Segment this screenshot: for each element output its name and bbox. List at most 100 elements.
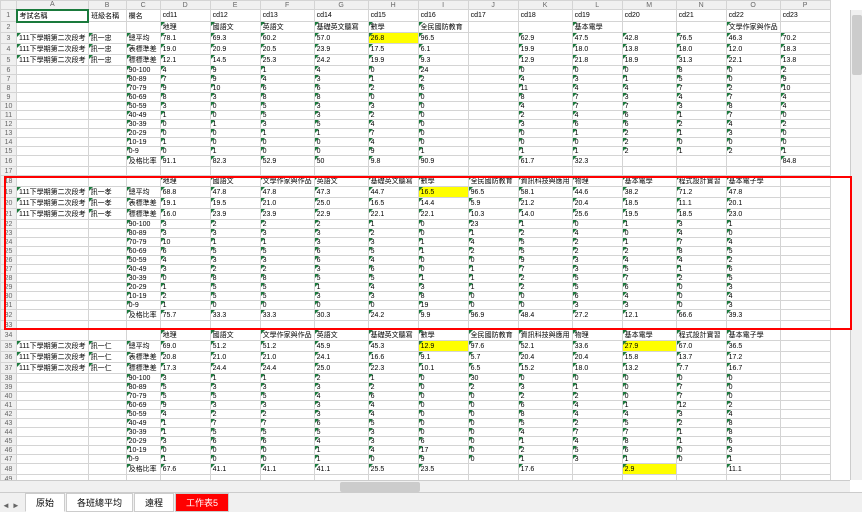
cell[interactable]: 1 <box>210 374 260 383</box>
cell[interactable]: 25.5 <box>368 464 418 475</box>
cell[interactable]: 0 <box>468 301 518 310</box>
cell[interactable] <box>17 229 89 238</box>
cell[interactable]: 11.1 <box>726 464 780 475</box>
cell[interactable] <box>210 321 260 330</box>
cell[interactable]: 7 <box>726 93 780 102</box>
cell[interactable]: 9 <box>160 401 210 410</box>
cell[interactable] <box>468 44 518 55</box>
cell[interactable]: 62.9 <box>518 33 572 44</box>
cell[interactable]: 2 <box>468 247 518 256</box>
cell[interactable]: 7 <box>622 102 676 111</box>
cell[interactable]: 4 <box>314 392 368 401</box>
cell[interactable]: 0 <box>418 428 468 437</box>
cell[interactable] <box>17 401 89 410</box>
cell[interactable] <box>368 167 418 176</box>
cell[interactable]: 0 <box>418 410 468 419</box>
cell[interactable]: 8 <box>210 274 260 283</box>
cell[interactable]: 7 <box>160 75 210 84</box>
cell[interactable]: 5 <box>210 428 260 437</box>
cell[interactable]: 24 <box>418 66 468 75</box>
cell[interactable] <box>780 229 830 238</box>
cell[interactable] <box>88 93 126 102</box>
cell[interactable]: 90-100 <box>126 374 160 383</box>
cell[interactable]: 7 <box>518 265 572 274</box>
cell[interactable]: 3 <box>676 102 726 111</box>
cell[interactable]: 7.7 <box>676 363 726 374</box>
cell[interactable]: 3 <box>260 229 314 238</box>
cell[interactable]: 5.9 <box>468 198 518 209</box>
cell[interactable]: 0 <box>622 229 676 238</box>
cell[interactable]: 1 <box>210 147 260 156</box>
row-header[interactable]: 45 <box>1 437 17 446</box>
cell[interactable] <box>314 321 368 330</box>
cell[interactable]: 1 <box>160 138 210 147</box>
cell[interactable]: 3 <box>160 220 210 229</box>
cell[interactable]: 19.9 <box>518 44 572 55</box>
cell[interactable]: 9 <box>418 455 468 464</box>
row-header[interactable]: 47 <box>1 455 17 464</box>
cell[interactable]: 20.1 <box>726 198 780 209</box>
cell[interactable]: 4 <box>676 256 726 265</box>
cell[interactable]: 7 <box>210 419 260 428</box>
cell[interactable] <box>88 138 126 147</box>
cell[interactable] <box>468 75 518 84</box>
cell[interactable] <box>468 93 518 102</box>
cell[interactable]: 13.7 <box>676 352 726 363</box>
cell[interactable]: 6 <box>314 256 368 265</box>
cell[interactable]: cd14 <box>314 10 368 22</box>
cell[interactable]: 3 <box>726 301 780 310</box>
cell[interactable]: 4 <box>314 66 368 75</box>
cell[interactable]: 2 <box>210 265 260 274</box>
col-header[interactable]: D <box>160 1 210 10</box>
cell[interactable]: 3 <box>314 292 368 301</box>
cell[interactable]: 1 <box>726 455 780 464</box>
row-header[interactable]: 41 <box>1 401 17 410</box>
row-header[interactable]: 34 <box>1 330 17 341</box>
cell[interactable]: 0 <box>314 147 368 156</box>
col-header[interactable]: P <box>780 1 830 10</box>
cell[interactable]: 12.1 <box>622 310 676 321</box>
cell[interactable]: 基礎英文聽寫 <box>314 22 368 33</box>
row-header[interactable]: 5 <box>1 55 17 66</box>
row-header[interactable]: 19 <box>1 187 17 198</box>
cell[interactable]: 4 <box>726 238 780 247</box>
cell[interactable]: 0 <box>260 147 314 156</box>
cell[interactable]: 總平均 <box>126 341 160 352</box>
cell[interactable]: 2 <box>260 265 314 274</box>
cell[interactable]: 33.6 <box>572 341 622 352</box>
cell[interactable]: 25.3 <box>260 55 314 66</box>
cell[interactable] <box>780 437 830 446</box>
cell[interactable] <box>17 111 89 120</box>
cell[interactable]: 考試名稱 <box>17 10 89 22</box>
cell[interactable]: 2 <box>260 410 314 419</box>
cell[interactable]: 24.4 <box>210 363 260 374</box>
cell[interactable]: 3 <box>572 265 622 274</box>
cell[interactable]: 4 <box>622 84 676 93</box>
cell[interactable]: 0 <box>160 147 210 156</box>
cell[interactable]: 數學 <box>418 330 468 341</box>
cell[interactable]: 0 <box>210 129 260 138</box>
cell[interactable]: 英語文 <box>260 22 314 33</box>
cell[interactable]: 2 <box>622 138 676 147</box>
cell[interactable]: 8 <box>418 292 468 301</box>
row-header[interactable]: 1 <box>1 10 17 22</box>
cell[interactable] <box>126 321 160 330</box>
cell[interactable]: 90-100 <box>126 66 160 75</box>
cell[interactable] <box>17 238 89 247</box>
cell[interactable] <box>88 156 126 167</box>
cell[interactable]: 18.5 <box>676 209 726 220</box>
cell[interactable] <box>17 310 89 321</box>
cell[interactable]: 3 <box>622 301 676 310</box>
cell[interactable]: 10-19 <box>126 138 160 147</box>
cell[interactable]: cd23 <box>780 10 830 22</box>
cell[interactable]: 111下學期第二次段考 <box>17 187 89 198</box>
row-header[interactable]: 14 <box>1 138 17 147</box>
cell[interactable]: 6 <box>518 401 572 410</box>
row-header[interactable]: 15 <box>1 147 17 156</box>
cell[interactable] <box>780 401 830 410</box>
cell[interactable]: 40-49 <box>126 265 160 274</box>
cell[interactable]: 1 <box>368 374 418 383</box>
cell[interactable]: 國語文 <box>210 330 260 341</box>
cell[interactable]: 6 <box>160 247 210 256</box>
cell[interactable]: 80-89 <box>126 383 160 392</box>
